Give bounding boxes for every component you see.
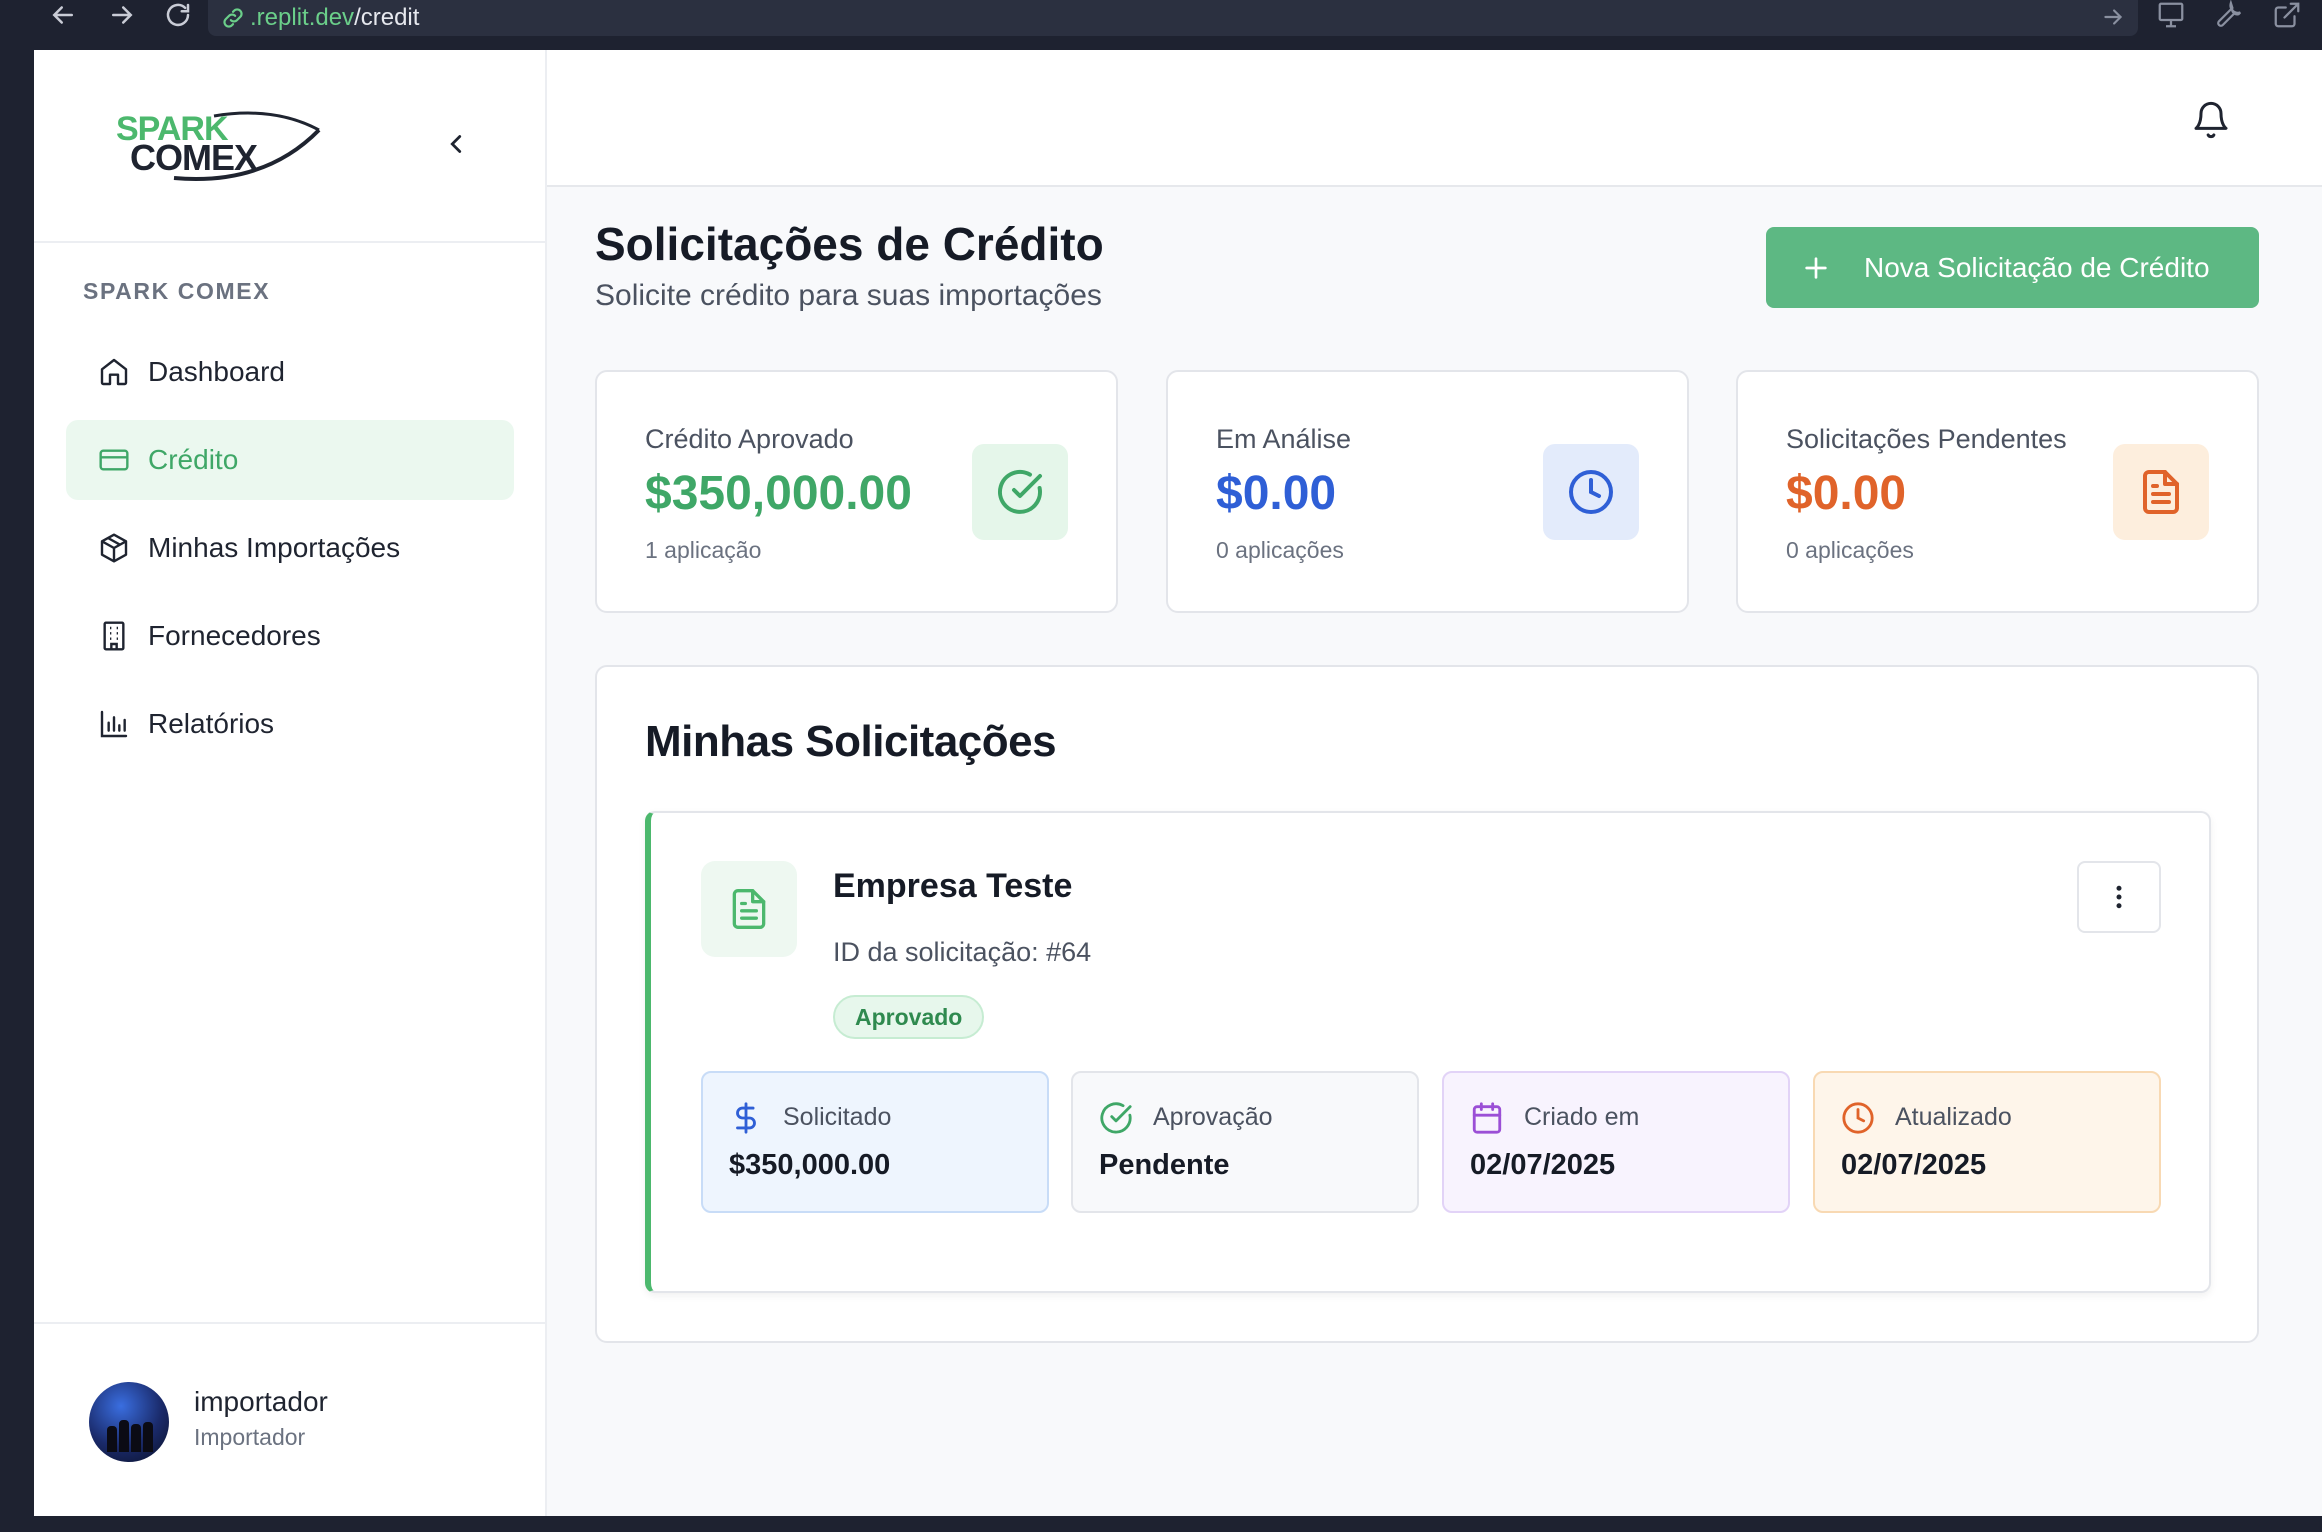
new-credit-request-label: Nova Solicitação de Crédito [1864, 251, 2210, 283]
sidebar: SPARK COMEX SPARK COMEX Dashboard Crédit… [34, 50, 547, 1516]
building-icon [103, 621, 125, 651]
new-credit-request-button[interactable]: Nova Solicitação de Crédito [1766, 227, 2259, 308]
calendar-icon [1472, 1102, 1502, 1134]
arrow-right-icon[interactable] [2100, 4, 2126, 30]
url-path: /credit [354, 4, 420, 31]
check-circle-icon [1100, 1102, 1132, 1134]
credit-request-card[interactable]: Empresa Teste ID da solicitação: #64 Apr… [645, 811, 2211, 1293]
stat-value: $0.00 [1216, 467, 1337, 520]
detail-label: Solicitado [783, 1103, 892, 1131]
sidebar-item-relatorios[interactable]: Relatórios [66, 684, 514, 764]
sidebar-item-label: Crédito [148, 444, 239, 475]
detail-created: Criado em 02/07/2025 [1442, 1071, 1790, 1213]
sidebar-header: SPARK COMEX [34, 50, 545, 243]
stat-count: 1 aplicação [645, 537, 762, 563]
sidebar-item-label: Dashboard [148, 356, 285, 387]
link-icon [223, 8, 243, 28]
stat-label: Solicitações Pendentes [1786, 424, 2067, 454]
main-content: Solicitações de Crédito Solicite crédito… [547, 187, 2322, 1516]
forward-button[interactable] [107, 0, 137, 30]
clock-icon [1569, 470, 1613, 514]
package-icon [100, 533, 128, 563]
back-button[interactable] [48, 0, 78, 30]
monitor-icon[interactable] [2156, 0, 2186, 30]
page-subtitle: Solicite crédito para suas importações [595, 279, 1102, 312]
address-bar[interactable]: .replit.dev/credit [208, 0, 2138, 36]
sidebar-item-dashboard[interactable]: Dashboard [66, 332, 514, 412]
svg-text:COMEX: COMEX [130, 137, 258, 178]
my-requests-panel: Minhas Solicitações Empresa Teste ID da … [595, 665, 2259, 1343]
bar-chart-icon [100, 710, 128, 738]
request-id: ID da solicitação: #64 [833, 937, 1092, 967]
detail-label: Atualizado [1895, 1103, 2012, 1131]
detail-label: Aprovação [1153, 1103, 1273, 1131]
sidebar-item-label: Fornecedores [148, 620, 321, 651]
collapse-sidebar-button[interactable] [434, 122, 478, 166]
sidebar-item-fornecedores[interactable]: Fornecedores [66, 596, 514, 676]
stat-card-approved: Crédito Aprovado $350,000.00 1 aplicação [595, 370, 1118, 613]
stat-icon-box [972, 444, 1068, 540]
check-circle-icon [998, 469, 1042, 514]
wrench-icon[interactable] [2214, 0, 2244, 30]
arrow-right-icon [112, 6, 133, 24]
user-profile[interactable]: importador Importador [34, 1322, 545, 1516]
stat-count: 0 aplicações [1786, 537, 1914, 563]
file-text-icon [2143, 470, 2179, 514]
user-name: importador [194, 1386, 328, 1417]
external-link-icon[interactable] [2272, 0, 2302, 30]
detail-requested: Solicitado $350,000.00 [701, 1071, 1049, 1213]
status-badge: Aprovado [833, 995, 985, 1039]
file-text-icon [732, 889, 766, 929]
sidebar-item-label: Minhas Importações [148, 532, 401, 563]
url-host: .replit.dev [250, 4, 355, 31]
request-icon-box [701, 861, 797, 957]
stat-count: 0 aplicações [1216, 537, 1344, 563]
detail-value: $350,000.00 [729, 1149, 891, 1181]
detail-approval: Aprovação Pendente [1071, 1071, 1419, 1213]
sidebar-section-label: SPARK COMEX [83, 278, 271, 304]
stat-icon-box [2113, 444, 2209, 540]
page-title: Solicitações de Crédito [595, 218, 1104, 270]
spark-comex-logo[interactable]: SPARK COMEX [114, 108, 324, 188]
more-vertical-icon [2116, 885, 2122, 909]
chevron-left-icon [450, 135, 462, 153]
home-icon [100, 358, 128, 386]
sidebar-item-importacoes[interactable]: Minhas Importações [66, 508, 514, 588]
top-bar [547, 50, 2322, 187]
dollar-icon [736, 1102, 756, 1134]
stat-card-pending: Solicitações Pendentes $0.00 0 aplicaçõe… [1736, 370, 2259, 613]
stat-value: $0.00 [1786, 467, 1907, 520]
app-window: SPARK COMEX SPARK COMEX Dashboard Crédit… [34, 50, 2322, 1516]
sidebar-item-label: Relatórios [148, 708, 275, 739]
plus-icon [1805, 256, 1827, 279]
credit-card-icon [99, 449, 129, 471]
stat-card-in-analysis: Em Análise $0.00 0 aplicações [1166, 370, 1689, 613]
more-options-button[interactable] [2077, 861, 2161, 933]
reload-button[interactable] [163, 0, 193, 30]
browser-toolbar: .replit.dev/credit [0, 0, 2322, 50]
stat-icon-box [1543, 444, 1639, 540]
detail-label: Criado em [1524, 1103, 1640, 1131]
stat-label: Crédito Aprovado [645, 424, 854, 454]
arrow-left-icon [52, 6, 73, 24]
refresh-icon [166, 3, 190, 27]
browser-tools [2156, 0, 2302, 30]
company-name: Empresa Teste [833, 867, 1073, 905]
detail-value: 02/07/2025 [1841, 1149, 1987, 1181]
panel-title: Minhas Solicitações [645, 717, 1057, 766]
detail-value: Pendente [1099, 1149, 1230, 1181]
stat-label: Em Análise [1216, 424, 1352, 454]
bell-icon[interactable] [2191, 100, 2231, 140]
sidebar-menu: Dashboard Crédito Minhas Importações For… [66, 332, 514, 772]
avatar [89, 1382, 169, 1462]
clock-icon [1842, 1102, 1874, 1134]
sidebar-item-credito[interactable]: Crédito [66, 420, 514, 500]
stat-value: $350,000.00 [645, 467, 912, 520]
detail-updated: Atualizado 02/07/2025 [1813, 1071, 2161, 1213]
detail-value: 02/07/2025 [1470, 1149, 1616, 1181]
user-role: Importador [194, 1424, 306, 1450]
